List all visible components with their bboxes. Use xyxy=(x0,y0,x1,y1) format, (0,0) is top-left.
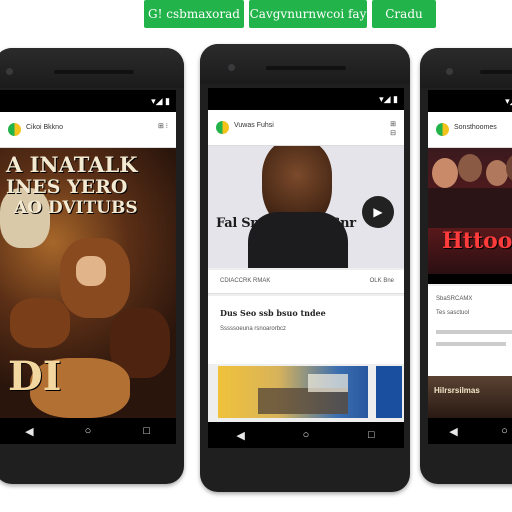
speaker-grille xyxy=(54,70,134,74)
meta-left: CDIACCRK RMAK xyxy=(220,278,271,284)
meta-right: OLK Bne xyxy=(369,278,394,284)
article-heading: Dus Seo ssb bsuo tndee xyxy=(220,308,326,318)
right-article-card[interactable]: SbaSRCAMX Tes sasctuol xyxy=(428,286,512,376)
poster-bottom-text: DI xyxy=(8,353,62,400)
article-subtitle: Sssssoeuna rsnoarorbcz xyxy=(220,326,287,332)
side-thumbnail[interactable] xyxy=(376,366,402,418)
phone-right-screen: ▾◢ ▮ Sonsthoomes Httoo SbaSRCAMX Tes sas… xyxy=(428,90,512,444)
app-name: Vuwas Fuhsi xyxy=(234,122,274,129)
home-circle-icon[interactable]: ○ xyxy=(494,425,512,437)
app-logo-icon xyxy=(216,121,229,134)
app-name: Sonsthoomes xyxy=(454,124,497,131)
app-bar: Vuwas Fuhsi ⊞ ⊟ xyxy=(208,110,404,146)
right-thumbnail-caption: Hilrsrsilmas xyxy=(434,386,480,395)
app-logo-icon xyxy=(8,123,21,136)
poster-line-2: INES YERO xyxy=(6,176,128,198)
hero-banner[interactable]: Fal Snoa nirnhe Snr ▶ xyxy=(208,146,404,268)
poster-collage[interactable]: A INATALK INES YERO AO DVITUBS DI xyxy=(0,148,176,418)
phone-middle: ▾◢ ▮ Vuwas Fuhsi ⊞ ⊟ Fal Snoa nirnhe Snr … xyxy=(200,44,410,492)
right-thumbnail[interactable]: Hilrsrsilmas xyxy=(428,376,512,418)
top-button-1[interactable]: G! csbmaxorad xyxy=(144,0,244,28)
top-button-3[interactable]: Cradu xyxy=(372,0,436,28)
front-camera xyxy=(446,68,453,75)
phone-right: ▾◢ ▮ Sonsthoomes Httoo SbaSRCAMX Tes sas… xyxy=(420,48,512,484)
nav-bar: ◀ ○ xyxy=(428,418,512,444)
back-triangle-icon[interactable]: ◀ xyxy=(230,429,252,442)
front-camera xyxy=(228,64,235,71)
speaker-grille xyxy=(266,66,346,70)
article-thumbnail[interactable] xyxy=(218,366,368,418)
crowd-title: Httoo xyxy=(442,228,512,254)
app-actions[interactable]: ⊞ ⊟ xyxy=(390,120,396,138)
phone-right-bezel xyxy=(420,48,512,88)
phone-middle-screen: ▾◢ ▮ Vuwas Fuhsi ⊞ ⊟ Fal Snoa nirnhe Snr … xyxy=(208,88,404,448)
app-logo-icon xyxy=(436,123,449,136)
recents-square-icon[interactable]: □ xyxy=(360,429,382,441)
app-bar: Cikoi Bkkno ⊞ ⁝ xyxy=(0,112,176,148)
front-camera xyxy=(6,68,13,75)
speaker-grille xyxy=(480,70,512,74)
status-bar: ▾◢ ▮ xyxy=(0,90,176,112)
product-showcase: G! csbmaxorad Cavgvnurnwcoi fay Cradu ▾◢… xyxy=(0,0,512,512)
hero-title: Fal Snoa nirnhe Snr xyxy=(216,216,356,231)
phone-left: ▾◢ ▮ Cikoi Bkkno ⊞ ⁝ A INATALK INES YERO… xyxy=(0,48,184,484)
crowd-banner[interactable]: Httoo xyxy=(428,148,512,274)
poster-line-1: A INATALK xyxy=(6,152,138,177)
top-button-2[interactable]: Cavgvnurnwcoi fay xyxy=(249,0,367,28)
phone-left-screen: ▾◢ ▮ Cikoi Bkkno ⊞ ⁝ A INATALK INES YERO… xyxy=(0,90,176,444)
article-card[interactable]: Dus Seo ssb bsuo tndee Sssssoeuna rsnoar… xyxy=(208,296,404,364)
home-circle-icon[interactable]: ○ xyxy=(295,429,317,441)
right-card-meta: SbaSRCAMX xyxy=(436,296,473,302)
poster-line-3: AO DVITUBS xyxy=(14,198,138,218)
app-bar: Sonsthoomes xyxy=(428,112,512,148)
recents-square-icon[interactable]: □ xyxy=(136,425,158,437)
right-card-heading: Tes sasctuol xyxy=(436,310,470,316)
app-name: Cikoi Bkkno xyxy=(26,124,63,131)
nav-bar: ◀ ○ □ xyxy=(0,418,176,444)
status-bar: ▾◢ ▮ xyxy=(208,88,404,110)
nav-bar: ◀ ○ □ xyxy=(208,422,404,448)
play-icon[interactable]: ▶ xyxy=(362,196,394,228)
back-triangle-icon[interactable]: ◀ xyxy=(443,425,465,438)
phone-left-bezel xyxy=(0,48,184,88)
category-strip xyxy=(428,274,512,284)
status-bar: ▾◢ ▮ xyxy=(428,90,512,112)
home-circle-icon[interactable]: ○ xyxy=(77,425,99,437)
back-triangle-icon[interactable]: ◀ xyxy=(18,425,40,438)
meta-row: CDIACCRK RMAK OLK Bne xyxy=(208,270,404,294)
app-actions[interactable]: ⊞ ⁝ xyxy=(158,122,168,131)
